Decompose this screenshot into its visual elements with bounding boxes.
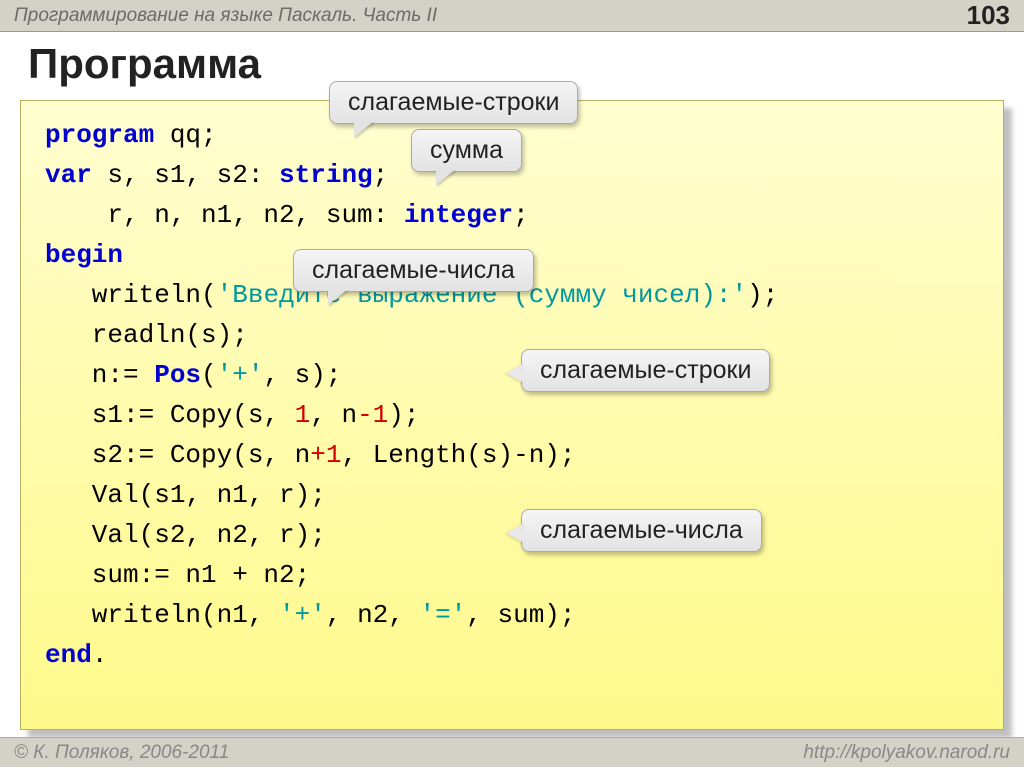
code-text: s2:= Copy(s, n xyxy=(45,440,310,470)
code-text: , n xyxy=(310,400,357,430)
string-literal: '+' xyxy=(217,360,264,390)
callout-sum: сумма xyxy=(411,129,522,172)
code-text: , sum); xyxy=(466,600,575,630)
page-number: 103 xyxy=(967,0,1010,31)
code-text: sum:= n1 + n2; xyxy=(45,560,310,590)
code-text: Val(s2, n2, r); xyxy=(45,520,326,550)
callout-label: слагаемые-числа xyxy=(540,516,743,544)
site-url: http://kpolyakov.narod.ru xyxy=(803,742,1010,764)
slide-header: Программирование на языке Паскаль. Часть… xyxy=(0,0,1024,32)
number-literal: 1 xyxy=(295,400,311,430)
code-text: ); xyxy=(747,280,778,310)
code-block: program qq; var s, s1, s2: string; r, n,… xyxy=(20,100,1004,730)
code-text: , n2, xyxy=(326,600,420,630)
code-text: r, n, n1, n2, sum: xyxy=(45,200,404,230)
number-literal: 1 xyxy=(373,400,389,430)
string-literal: '=' xyxy=(419,600,466,630)
type-integer: integer xyxy=(404,200,513,230)
callout-addends-strings-mid: слагаемые-строки xyxy=(521,349,770,392)
callout-addends-numbers-top: слагаемые-числа xyxy=(293,249,534,292)
callout-label: слагаемые-числа xyxy=(312,256,515,284)
code-text: writeln( xyxy=(45,280,217,310)
code-text: ( xyxy=(201,360,217,390)
code-text: , Length(s)-n); xyxy=(341,440,575,470)
code-text: . xyxy=(92,640,108,670)
slide-footer: © К. Поляков, 2006-2011 http://kpolyakov… xyxy=(0,737,1024,767)
code-text: readln(s); xyxy=(45,320,248,350)
code-text: qq; xyxy=(154,120,216,150)
code-text: s1:= Copy(s, xyxy=(45,400,295,430)
function-pos: Pos xyxy=(154,360,201,390)
keyword-end: end xyxy=(45,640,92,670)
type-string: string xyxy=(279,160,373,190)
code-text: Val(s1, n1, r); xyxy=(45,480,326,510)
code-text: ); xyxy=(388,400,419,430)
code-text: ; xyxy=(513,200,529,230)
code-text: , s); xyxy=(263,360,341,390)
breadcrumb: Программирование на языке Паскаль. Часть… xyxy=(14,5,437,27)
callout-addends-strings-top: слагаемые-строки xyxy=(329,81,578,124)
number-literal: + xyxy=(310,440,326,470)
code-text: s, s1, s2: xyxy=(92,160,279,190)
copyright: © К. Поляков, 2006-2011 xyxy=(14,742,229,764)
code-text: n:= xyxy=(45,360,154,390)
keyword-program: program xyxy=(45,120,154,150)
string-literal: '+' xyxy=(279,600,326,630)
code-text: writeln(n1, xyxy=(45,600,279,630)
keyword-begin: begin xyxy=(45,240,123,270)
code-text: ; xyxy=(373,160,389,190)
keyword-var: var xyxy=(45,160,92,190)
number-literal: 1 xyxy=(326,440,342,470)
number-literal: - xyxy=(357,400,373,430)
callout-label: слагаемые-строки xyxy=(348,88,559,116)
callout-addends-numbers-mid: слагаемые-числа xyxy=(521,509,762,552)
pascal-code: program qq; var s, s1, s2: string; r, n,… xyxy=(45,115,979,675)
callout-label: слагаемые-строки xyxy=(540,356,751,384)
callout-label: сумма xyxy=(430,136,503,164)
